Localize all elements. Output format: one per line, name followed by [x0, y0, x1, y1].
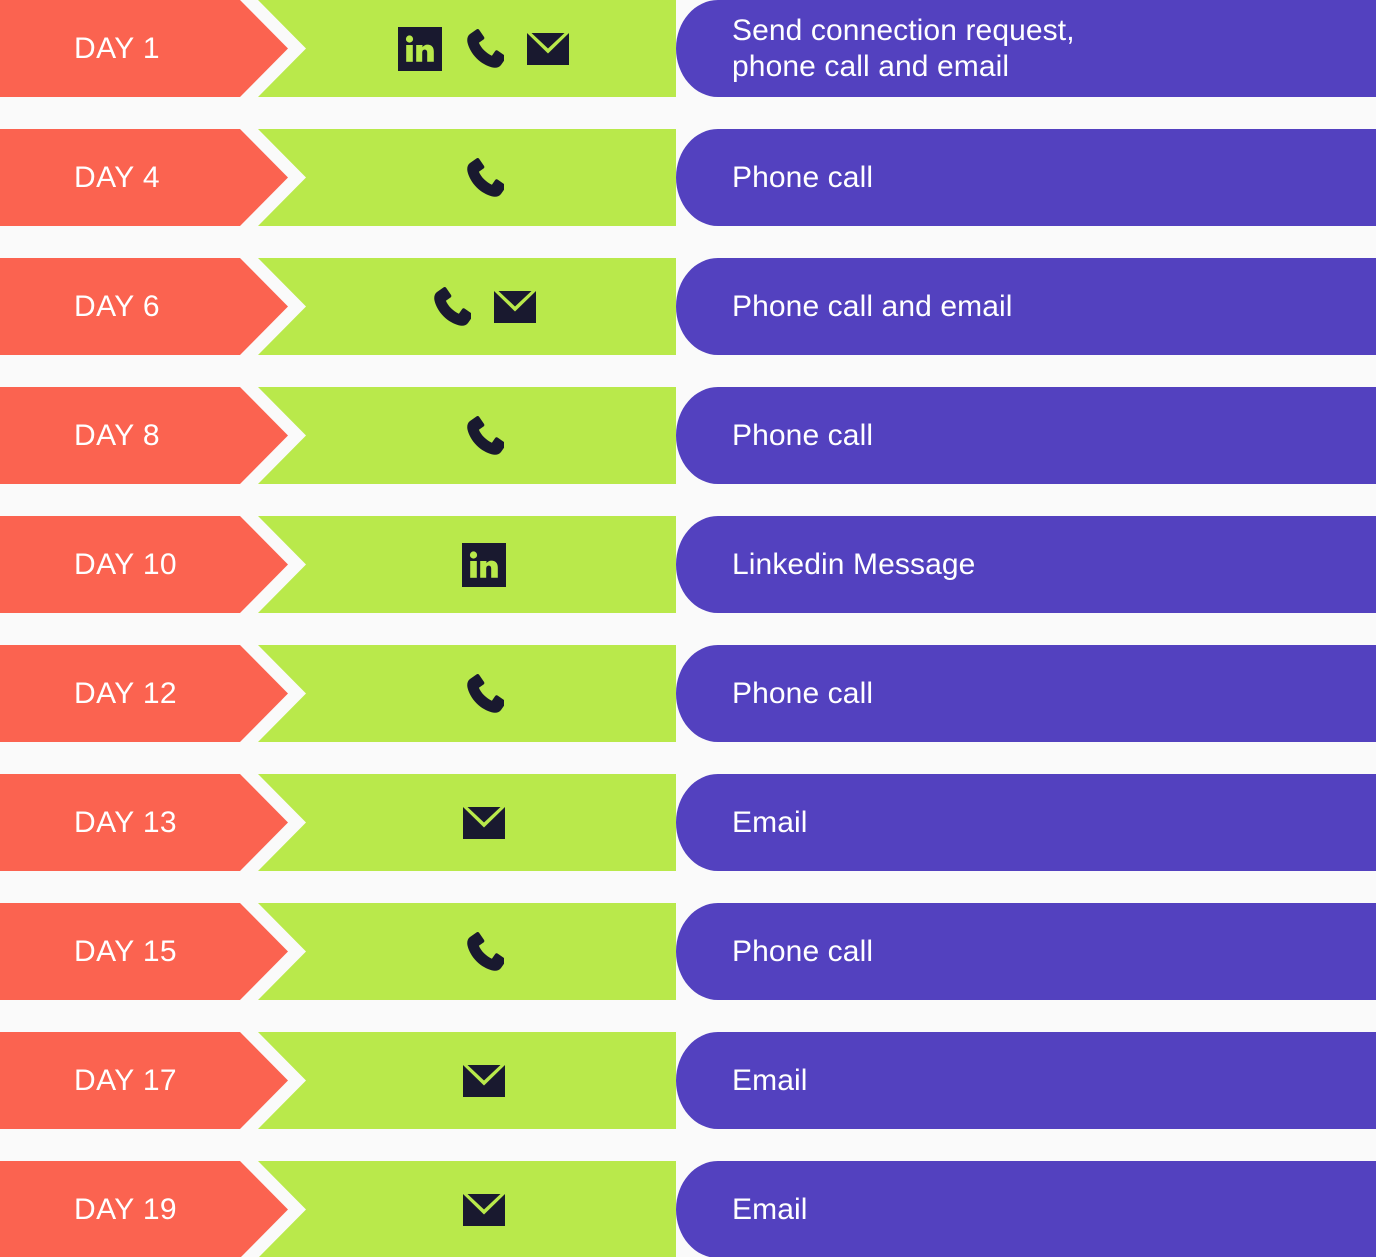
channel-icon-group	[462, 801, 506, 845]
timeline-row: DAY 15 Phone call	[0, 903, 1376, 1000]
description-text: Phone call and email	[732, 289, 1013, 323]
timeline-row: DAY 12 Phone call	[0, 645, 1376, 742]
day-label: DAY 15	[74, 934, 178, 968]
day-label: DAY 4	[74, 160, 160, 194]
phone-icon	[464, 414, 504, 458]
phone-icon	[464, 27, 504, 71]
email-icon	[462, 1188, 506, 1232]
day-chip: DAY 10	[0, 516, 288, 613]
timeline-row: DAY 13 Email	[0, 774, 1376, 871]
channel-icon-group	[464, 930, 504, 974]
description-chip: Email	[676, 1161, 1376, 1257]
linkedin-icon	[398, 26, 442, 71]
description-text: Phone call	[732, 676, 874, 710]
description-chip: Phone call	[676, 129, 1376, 226]
channel-icon-group	[398, 26, 570, 71]
day-label: DAY 19	[74, 1192, 178, 1226]
timeline-row: DAY 8 Phone call	[0, 387, 1376, 484]
phone-icon	[431, 285, 471, 329]
channel-chip	[258, 129, 676, 226]
channel-chip	[258, 258, 676, 355]
timeline-row: DAY 6 Phone call and email	[0, 258, 1376, 355]
day-label: DAY 10	[74, 547, 178, 581]
timeline-row: DAY 1 Send connection request, phone call…	[0, 0, 1376, 97]
description-text: Email	[732, 1063, 808, 1097]
email-icon	[526, 27, 570, 71]
phone-icon	[464, 672, 504, 716]
description-chip: Email	[676, 774, 1376, 871]
email-icon	[462, 1059, 506, 1103]
day-chip: DAY 4	[0, 129, 288, 226]
channel-chip	[258, 0, 676, 97]
channel-icon-group	[464, 156, 504, 200]
description-text: Phone call	[732, 934, 874, 968]
day-chip: DAY 17	[0, 1032, 288, 1129]
description-text: Phone call	[732, 418, 874, 452]
description-chip: Phone call	[676, 903, 1376, 1000]
timeline-row: DAY 17 Email	[0, 1032, 1376, 1129]
channel-chip	[258, 516, 676, 613]
timeline-row: DAY 19 Email	[0, 1161, 1376, 1257]
day-chip: DAY 12	[0, 645, 288, 742]
phone-icon	[464, 156, 504, 200]
description-text: Email	[732, 805, 808, 839]
day-label: DAY 12	[74, 676, 178, 710]
timeline-row: DAY 4 Phone call	[0, 129, 1376, 226]
channel-icon-group	[462, 1059, 506, 1103]
channel-icon-group	[431, 285, 537, 329]
description-text: Email	[732, 1192, 808, 1226]
day-chip: DAY 15	[0, 903, 288, 1000]
channel-icon-group	[464, 414, 504, 458]
channel-chip	[258, 1161, 676, 1257]
phone-icon	[464, 930, 504, 974]
day-label: DAY 6	[74, 289, 160, 323]
day-chip: DAY 1	[0, 0, 288, 97]
email-icon	[493, 285, 537, 329]
channel-chip	[258, 774, 676, 871]
day-label: DAY 1	[74, 31, 160, 65]
description-chip: Phone call	[676, 645, 1376, 742]
channel-icon-group	[462, 1188, 506, 1232]
day-label: DAY 8	[74, 418, 160, 452]
linkedin-icon	[462, 542, 506, 587]
day-chip: DAY 13	[0, 774, 288, 871]
timeline-row: DAY 10 Linkedin Message	[0, 516, 1376, 613]
description-chip: Phone call	[676, 387, 1376, 484]
day-label: DAY 17	[74, 1063, 178, 1097]
channel-chip	[258, 645, 676, 742]
description-chip: Linkedin Message	[676, 516, 1376, 613]
description-chip: Phone call and email	[676, 258, 1376, 355]
cadence-timeline: DAY 1 Send connection request, phone call…	[0, 0, 1376, 1257]
description-text: Send connection request, phone call and …	[732, 13, 1075, 83]
day-label: DAY 13	[74, 805, 178, 839]
channel-chip	[258, 387, 676, 484]
email-icon	[462, 801, 506, 845]
day-chip: DAY 19	[0, 1161, 288, 1257]
channel-chip	[258, 1032, 676, 1129]
channel-chip	[258, 903, 676, 1000]
description-text: Linkedin Message	[732, 547, 976, 581]
description-text: Phone call	[732, 160, 874, 194]
description-chip: Email	[676, 1032, 1376, 1129]
channel-icon-group	[464, 672, 504, 716]
description-chip: Send connection request, phone call and …	[676, 0, 1376, 97]
day-chip: DAY 8	[0, 387, 288, 484]
day-chip: DAY 6	[0, 258, 288, 355]
channel-icon-group	[462, 542, 506, 587]
